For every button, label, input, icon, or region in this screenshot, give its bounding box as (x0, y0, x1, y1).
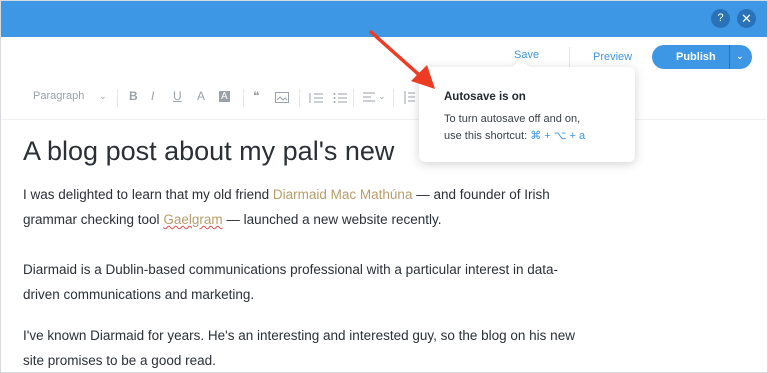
post-title[interactable]: A blog post about my pal's new (23, 136, 394, 167)
editor-header: Save Preview Publish ⌄ (1, 37, 767, 77)
publish-button[interactable]: Publish ⌄ (652, 45, 752, 69)
shortcut-keys: ⌘ + ⌥ + a (530, 130, 586, 142)
line-spacing-icon[interactable] (403, 91, 415, 104)
editor-window: ? ✕ Save Preview Publish ⌄ Paragraph ⌄ B… (0, 0, 768, 373)
paragraph-2-line-2: driven communications and marketing. (23, 287, 255, 302)
paragraph-3-line-2: site promises to be a good read. (23, 353, 216, 368)
friend-link[interactable]: Diarmaid Mac Mathúna (273, 187, 413, 202)
top-bar: ? ✕ (1, 1, 767, 37)
content-divider (1, 119, 767, 120)
chevron-down-icon[interactable]: ⌄ (99, 91, 107, 102)
save-button[interactable]: Save (514, 49, 539, 61)
text-color-button[interactable]: A (197, 89, 205, 103)
italic-button[interactable]: I (151, 89, 154, 103)
paragraph-1[interactable]: I was delighted to learn that my old fri… (23, 182, 550, 232)
bold-button[interactable]: B (129, 89, 138, 103)
paragraph-3-line-1: I've known Diarmaid for years. He's an i… (23, 328, 575, 343)
header-divider (569, 47, 570, 69)
paragraph-1-line-2: grammar checking tool Gaelgram — launche… (23, 212, 442, 227)
popover-body-line-2: use this shortcut: ⌘ + ⌥ + a (444, 130, 586, 142)
toolbar-divider (117, 89, 118, 107)
paragraph-1-line-1: I was delighted to learn that my old fri… (23, 187, 550, 202)
align-icon[interactable] (363, 92, 375, 103)
paragraph-3[interactable]: I've known Diarmaid for years. He's an i… (23, 323, 575, 372)
popover-body: To turn autosave off and on, use this sh… (444, 111, 624, 145)
gaelgram-link[interactable]: Gaelgram (163, 212, 222, 227)
quote-icon[interactable]: ❝ (253, 89, 259, 103)
underline-button[interactable]: U (173, 89, 182, 103)
toolbar-divider (353, 89, 354, 107)
help-button[interactable]: ? (711, 9, 730, 28)
image-icon[interactable] (275, 92, 289, 103)
toolbar-divider (243, 89, 244, 107)
paragraph-2-line-1: Diarmaid is a Dublin-based communication… (23, 262, 558, 277)
publish-separator (729, 45, 730, 69)
toolbar-divider (299, 89, 300, 107)
popover-title: Autosave is on (444, 91, 526, 103)
autosave-popover: Autosave is on To turn autosave off and … (419, 58, 635, 162)
publish-label: Publish (676, 51, 716, 63)
popover-body-line-1: To turn autosave off and on, (444, 113, 581, 125)
formatting-toolbar: Paragraph ⌄ B I U A A ❝ ⌄ (23, 85, 763, 111)
help-icon: ? (717, 12, 724, 24)
bullet-list-icon[interactable] (333, 92, 347, 104)
paragraph-2[interactable]: Diarmaid is a Dublin-based communication… (23, 257, 558, 307)
highlight-button[interactable]: A (219, 91, 230, 102)
chevron-down-icon[interactable]: ⌄ (736, 51, 744, 62)
chevron-down-icon[interactable]: ⌄ (378, 91, 386, 102)
preview-button[interactable]: Preview (593, 51, 632, 63)
toolbar-divider (393, 89, 394, 107)
paragraph-style-select[interactable]: Paragraph (33, 90, 84, 102)
close-button[interactable]: ✕ (737, 9, 756, 28)
numbered-list-icon[interactable] (309, 92, 323, 104)
close-icon: ✕ (741, 11, 752, 26)
